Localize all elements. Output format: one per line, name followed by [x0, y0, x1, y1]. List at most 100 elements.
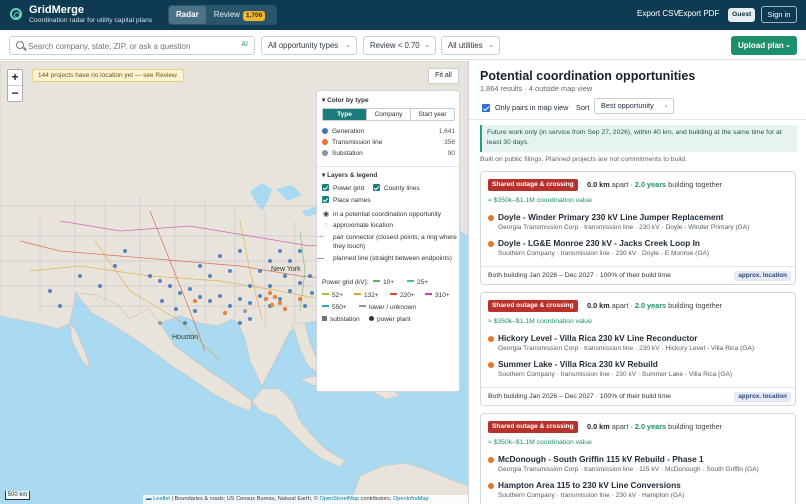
export-pdf-link[interactable]: Export PDF — [678, 9, 719, 18]
review-threshold-dropdown[interactable]: Review < 0.70 ⌄ — [363, 36, 436, 55]
kv-550-swatch — [322, 305, 329, 307]
project-title: McDonough - South Griffin 115 kV Rebuild… — [498, 454, 704, 464]
color-by-company-option[interactable]: Company — [367, 109, 411, 120]
overlap-years: 2.0 years — [634, 301, 667, 310]
kv-310: 310+ — [425, 292, 450, 299]
tab-radar[interactable]: Radar — [169, 6, 206, 24]
opportunity-tag: Shared outage & crossing — [488, 421, 578, 433]
kv-310-swatch — [425, 293, 432, 295]
legend-planned-line: — planned line (straight between endpoint… — [317, 255, 458, 264]
card-footer: Both building Jan 2026 – Dec 2027 · 100%… — [481, 387, 795, 405]
sort-label: Sort — [576, 103, 590, 112]
leaflet-link[interactable]: Leaflet — [153, 496, 170, 502]
map-legend: ▾ Color by type Type Company Start year … — [316, 90, 460, 392]
only-pairs-label: Only pairs in map view — [495, 103, 569, 112]
together-text: building together — [666, 422, 723, 431]
legend-type-transmission: Transmission line 356 — [322, 138, 455, 147]
search-input[interactable] — [28, 39, 228, 53]
project-meta: Southern Company · transmission line · 2… — [498, 250, 710, 257]
coordination-value: ≈ $350k–$1.1M coordination value — [488, 439, 592, 446]
chevron-down-icon: ⌄ — [345, 42, 351, 49]
color-by-start-year-option[interactable]: Start year — [411, 109, 454, 120]
disclaimer: Built on public filings. Planned project… — [480, 156, 688, 163]
distance-summary: 0.0 km apart · 2.0 years building togeth… — [587, 180, 722, 189]
transmission-dot-icon — [488, 362, 494, 368]
together-text: building together — [666, 301, 723, 310]
opportunity-card[interactable]: Shared outage & crossing 0.0 km apart · … — [480, 171, 796, 285]
no-location-banner[interactable]: 144 projects have no location yet — see … — [32, 69, 185, 82]
ring-icon: ◉ — [322, 211, 330, 218]
zoom-out-button[interactable]: − — [8, 86, 22, 102]
osm-link[interactable]: OpenStreetMap — [320, 496, 360, 502]
zoom-control: + − — [7, 69, 23, 102]
transmission-dot-icon — [488, 241, 494, 247]
color-by-segmented-control: Type Company Start year — [322, 108, 455, 121]
kv-52: 52+ — [322, 292, 343, 299]
county-lines-label: County lines — [384, 185, 420, 192]
overlap-years: 2.0 years — [634, 422, 667, 431]
county-lines-toggle[interactable]: County lines — [373, 184, 453, 194]
color-by-title: Color by type — [327, 97, 369, 104]
opportunity-card[interactable]: Shared outage & crossing 0.0 km apart · … — [480, 292, 796, 406]
card-footer: Both building Jan 2026 – Dec 2027 · 100%… — [481, 266, 795, 284]
nav-tabs: Radar Review 1,706 — [168, 5, 277, 25]
legend-approx-location: ◌ approximate location — [322, 222, 458, 231]
kv-unknown-swatch — [359, 305, 366, 307]
kv-unknown: lower / unknown — [359, 304, 416, 311]
filter-info-box: Future work only (in service from Sep 27… — [480, 125, 797, 152]
power-plant-dot-icon — [369, 316, 374, 321]
openinframap-link[interactable]: OpenInfraMap — [393, 496, 429, 502]
apart-text: apart · — [609, 422, 635, 431]
distance-value: 0.0 km — [587, 301, 610, 310]
opportunity-card[interactable]: Shared outage & crossing 0.0 km apart · … — [480, 413, 796, 504]
results-panel: Potential coordination opportunities 1,8… — [468, 61, 806, 504]
layers-heading[interactable]: ▾ Layers & legend — [322, 171, 377, 179]
map-view[interactable]: New York Houston + − 144 projects have n… — [0, 61, 468, 504]
opportunity-tag: Shared outage & crossing — [488, 300, 578, 312]
opportunity-type-value: All opportunity types — [268, 41, 339, 50]
kv-550-label: 550+ — [332, 304, 347, 311]
substation-count: 90 — [447, 150, 455, 157]
export-csv-link[interactable]: Export CSV — [637, 9, 679, 18]
tab-review[interactable]: Review 1,706 — [207, 6, 273, 24]
build-window: Both building Jan 2026 – Dec 2027 · 100%… — [488, 393, 671, 400]
top-bar: GridMerge Coordination radar for utility… — [0, 0, 806, 30]
chevron-down-icon: ⌄ — [424, 42, 430, 49]
coordination-value: ≈ $350k–$1.1M coordination value — [488, 197, 592, 204]
dotted-line-icon: ⋯ — [317, 234, 324, 241]
approx-location-label: approximate location — [333, 222, 393, 229]
opportunity-type-dropdown[interactable]: All opportunity types ⌄ — [261, 36, 357, 55]
distance-value: 0.0 km — [587, 422, 610, 431]
apart-text: apart · — [609, 180, 635, 189]
ai-button[interactable]: AI — [241, 41, 248, 48]
project-title: Hampton Area 115 to 230 kV Line Conversi… — [498, 480, 681, 490]
attribution-text: | Boundaries & roads: US Census Bureau, … — [169, 496, 320, 502]
project-title: Doyle - LG&E Monroe 230 kV - Jacks Creek… — [498, 238, 700, 248]
project-meta: Georgia Transmission Corp · transmission… — [498, 466, 759, 473]
solid-line-icon: — — [317, 255, 324, 262]
build-window: Both building Jan 2026 – Dec 2027 · 100%… — [488, 272, 671, 279]
color-by-heading[interactable]: ▾ Color by type — [322, 96, 369, 104]
fit-all-button[interactable]: Fit all — [428, 68, 459, 84]
upload-plan-button[interactable]: Upload plan ⌄ — [731, 36, 797, 55]
chevron-down-icon: ⌄ — [785, 42, 791, 49]
place-names-toggle[interactable]: Place names — [322, 196, 458, 206]
substation-swatch — [322, 149, 328, 156]
checkbox-checked-icon — [322, 196, 329, 203]
city-label-houston: Houston — [172, 334, 198, 341]
app-name: GridMerge — [29, 4, 85, 16]
sort-select[interactable]: Best opportunity ⌄ — [594, 98, 674, 114]
color-by-type-option[interactable]: Type — [323, 109, 367, 120]
kv-550: 550+ — [322, 304, 347, 311]
utilities-dropdown[interactable]: All utilities ⌄ — [441, 36, 500, 55]
kv-25-swatch — [407, 280, 414, 282]
map-attribution: ▬ Leaflet | Boundaries & roads: US Censu… — [143, 495, 468, 504]
sign-in-button[interactable]: Sign in — [761, 6, 797, 23]
kv-25: 25+ — [407, 279, 428, 286]
power-grid-label: Power grid — [333, 185, 365, 192]
legend-type-substation: Substation 90 — [322, 149, 455, 158]
zoom-in-button[interactable]: + — [8, 70, 22, 86]
coordination-value: ≈ $350k–$1.1M coordination value — [488, 318, 592, 325]
only-pairs-checkbox[interactable] — [482, 104, 490, 112]
chevron-down-icon: ⌄ — [488, 42, 494, 49]
